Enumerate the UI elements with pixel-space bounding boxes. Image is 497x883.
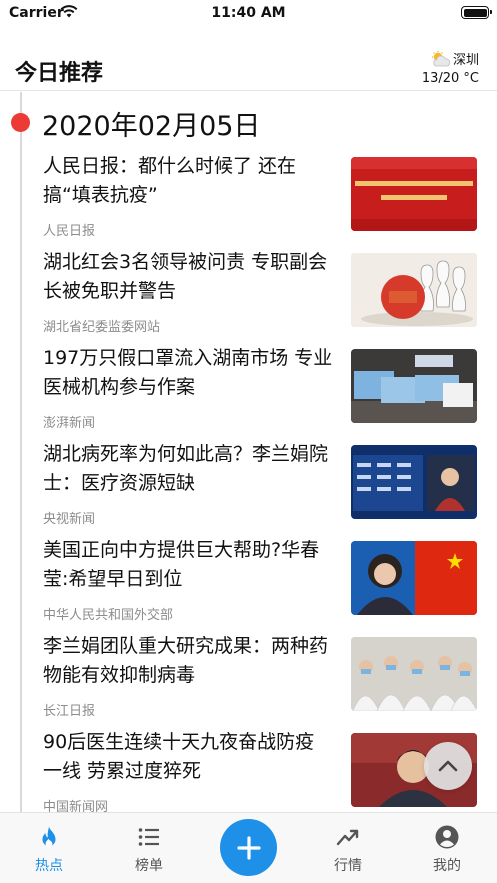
face-masks-thumbnail [351, 349, 477, 423]
page-title: 今日推荐 [15, 61, 104, 86]
news-item[interactable]: 人民日报：都什么时候了 还在搞“填表抗疫” 人民日报 [0, 152, 497, 248]
tab-rankings[interactable]: 榜单 [114, 813, 184, 879]
red-banner-thumbnail [351, 157, 477, 231]
news-source: 央视新闻 [43, 512, 96, 527]
news-title: 人民日报：都什么时候了 还在搞“填表抗疫” [43, 155, 297, 206]
news-item[interactable]: 197万只假口罩流入湖南市场 专业医械机构参与作案 澎湃新闻 [0, 344, 497, 440]
tab-label: 行情 [334, 858, 362, 874]
chevron-up-icon [438, 760, 458, 772]
tab-label: 榜单 [135, 858, 163, 874]
weather-widget[interactable]: 深圳 13/20 °C [422, 49, 479, 86]
news-source: 澎湃新闻 [43, 416, 96, 431]
accountability-cartoon-thumbnail [351, 253, 477, 327]
news-title: 美国正向中方提供巨大帮助?华春莹:希望早日到位 [43, 539, 320, 590]
tab-label: 热点 [35, 858, 63, 874]
news-source: 中华人民共和国外交部 [43, 608, 174, 623]
scroll-to-top-button[interactable] [424, 742, 472, 790]
plus-icon [236, 835, 261, 860]
news-source: 湖北省纪委监委网站 [43, 320, 161, 335]
medical-team-thumbnail [351, 637, 477, 711]
profile-icon [435, 825, 459, 849]
battery-icon [461, 6, 492, 19]
news-title: 197万只假口罩流入湖南市场 专业医械机构参与作案 [43, 347, 333, 398]
news-item[interactable]: 湖北红会3名领导被问责 专职副会长被免职并警告 湖北省纪委监委网站 [0, 248, 497, 344]
nav-header: 今日推荐 深圳 13/20 °C [0, 28, 497, 91]
news-source: 长江日报 [43, 704, 96, 719]
tab-bar: 热点 榜单 行情 我的 [0, 812, 497, 883]
news-source: 人民日报 [43, 224, 96, 239]
flame-icon [42, 826, 56, 847]
news-broadcast-thumbnail [351, 445, 477, 519]
spokesperson-flag-thumbnail [351, 541, 477, 615]
news-item[interactable]: 湖北病死率为何如此高？李兰娟院士：医疗资源短缺 央视新闻 [0, 440, 497, 536]
news-title: 90后医生连续十天九夜奋战防疫一线 劳累过度猝死 [43, 731, 315, 782]
news-title: 李兰娟团队重大研究成果：两种药物能有效抑制病毒 [43, 635, 329, 686]
news-title: 湖北红会3名领导被问责 专职副会长被免职并警告 [43, 251, 328, 302]
clock: 11:40 AM [211, 5, 286, 21]
news-item[interactable]: 90后医生连续十天九夜奋战防疫一线 劳累过度猝死 中国新闻网 [0, 728, 497, 824]
status-bar: Carrier 11:40 AM [0, 0, 497, 28]
partly-cloudy-icon [431, 50, 451, 66]
weather-city: 深圳 [452, 53, 479, 68]
tab-label: 我的 [433, 858, 461, 874]
add-button[interactable] [220, 819, 277, 876]
tab-profile[interactable]: 我的 [412, 813, 482, 879]
trend-icon [336, 829, 359, 846]
timeline-dot [11, 113, 30, 132]
tab-market[interactable]: 行情 [313, 813, 383, 879]
news-title: 湖北病死率为何如此高？李兰娟院士：医疗资源短缺 [43, 443, 329, 494]
news-item[interactable]: 美国正向中方提供巨大帮助?华春莹:希望早日到位 中华人民共和国外交部 [0, 536, 497, 632]
weather-temperature: 13/20 °C [421, 71, 479, 86]
list-icon [138, 828, 159, 846]
news-item[interactable]: 李兰娟团队重大研究成果：两种药物能有效抑制病毒 长江日报 [0, 632, 497, 728]
tab-hot[interactable]: 热点 [14, 813, 84, 879]
date-heading: 2020年02月05日 [42, 111, 261, 142]
